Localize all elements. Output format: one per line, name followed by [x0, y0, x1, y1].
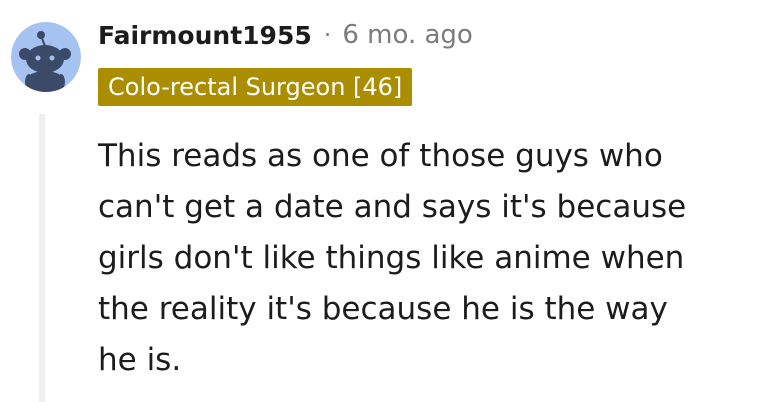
comment-body-line: the reality it's because he is the way	[98, 291, 668, 327]
username-link[interactable]: Fairmount1955	[98, 21, 312, 50]
comment-body-line: can't get a date and says it's because	[98, 189, 687, 225]
comment-timestamp[interactable]: 6 mo. ago	[342, 20, 472, 50]
comment-body-line: This reads as one of those guys who	[98, 138, 663, 174]
comment: Fairmount1955 · 6 mo. ago Colo-rectal Su…	[0, 0, 766, 402]
comment-meta: Fairmount1955 · 6 mo. ago	[98, 15, 473, 55]
user-flair: Colo-rectal Surgeon [46]	[98, 68, 413, 106]
comment-body-line: girls don't like things like anime when	[98, 240, 685, 276]
thread-line[interactable]	[39, 114, 45, 402]
meta-separator: ·	[323, 21, 332, 49]
snoo-avatar-icon	[11, 22, 81, 92]
user-avatar[interactable]	[11, 22, 81, 92]
comment-body-line: he is.	[98, 342, 182, 378]
comment-body: This reads as one of those guys who can'…	[98, 131, 748, 386]
